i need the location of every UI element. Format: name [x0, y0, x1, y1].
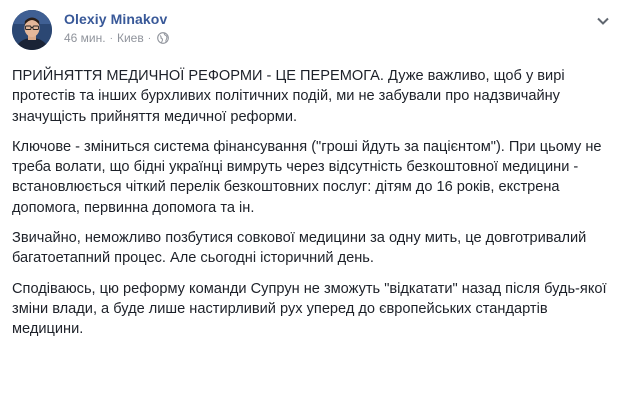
post-paragraph: ПРИЙНЯТТЯ МЕДИЧНОЇ РЕФОРМИ - ЦЕ ПЕРЕМОГА… — [12, 68, 565, 125]
post-time[interactable]: 46 мин. — [64, 31, 106, 45]
post-paragraph: Ключове - зміниться система фінансування… — [12, 138, 602, 216]
post-paragraph: Сподіваюсь, цю реформу команди Супрун не… — [12, 280, 607, 338]
post-location[interactable]: Киев — [117, 31, 144, 45]
post-text: ПРИЙНЯТТЯ МЕДИЧНОЇ РЕФОРМИ - ЦЕ ПЕРЕМОГА… — [12, 66, 610, 350]
author-avatar[interactable] — [12, 10, 52, 50]
post-paragraph: Звичайно, неможливо позбутися совкової м… — [12, 230, 587, 267]
post-meta: 46 мин. · Киев · — [64, 31, 169, 45]
meta-separator: · — [109, 32, 113, 44]
chevron-down-icon[interactable] — [596, 14, 610, 28]
globe-icon[interactable] — [157, 32, 169, 44]
meta-separator: · — [147, 32, 152, 44]
author-name[interactable]: Olexiy Minakov — [64, 11, 167, 27]
